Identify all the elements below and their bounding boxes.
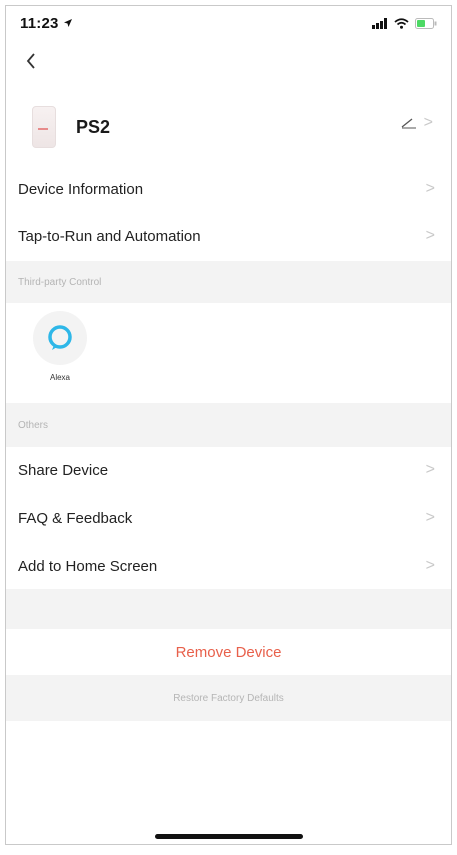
menu-label: Device Information <box>18 180 144 198</box>
signal-icon <box>372 17 387 29</box>
chevron-right-icon: > <box>425 180 435 197</box>
back-button[interactable] <box>16 46 46 76</box>
menu-device-information[interactable]: Device Information > <box>6 166 451 212</box>
remove-device-button[interactable]: Remove Device <box>6 629 451 675</box>
chevron-right-icon: > <box>423 114 433 131</box>
battery-icon <box>415 17 437 29</box>
device-image <box>32 106 56 148</box>
menu-label: Tap-to-Run and Automation <box>18 227 201 245</box>
section-label: Third-party Control <box>18 276 102 288</box>
status-bar: 11:23 <box>6 6 451 40</box>
alexa-control[interactable]: Alexa <box>24 311 96 391</box>
alexa-icon-bg <box>33 311 87 365</box>
menu-label: Add to Home Screen <box>18 557 158 575</box>
status-time: 11:23 <box>20 14 59 32</box>
menu-add-to-home[interactable]: Add to Home Screen > <box>6 543 451 589</box>
section-others: Others <box>6 403 451 447</box>
section-label: Others <box>18 419 49 431</box>
section-third-party: Third-party Control <box>6 261 451 303</box>
remove-device-label: Remove Device <box>175 643 282 661</box>
status-icons <box>372 17 437 29</box>
menu-share-device[interactable]: Share Device > <box>6 447 451 493</box>
device-header: PS2 > <box>6 98 451 156</box>
chevron-right-icon: > <box>425 461 435 478</box>
pencil-icon <box>401 118 416 129</box>
location-arrow-icon <box>63 19 72 27</box>
menu-tap-to-run[interactable]: Tap-to-Run and Automation > <box>6 213 451 259</box>
restore-defaults-label: Restore Factory Defaults <box>173 692 284 704</box>
chevron-right-icon: > <box>425 557 435 574</box>
menu-label: FAQ & Feedback <box>18 509 133 527</box>
menu-label: Share Device <box>18 461 109 479</box>
wifi-icon <box>394 17 409 29</box>
phone-frame: 11:23 PS2 > Device Information > Tap-to-… <box>5 5 452 845</box>
alexa-label: Alexa <box>49 373 70 382</box>
edit-name-button[interactable]: > <box>400 114 433 132</box>
section-spacer <box>6 589 451 629</box>
chevron-right-icon: > <box>425 227 435 244</box>
menu-faq-feedback[interactable]: FAQ & Feedback > <box>6 495 451 541</box>
chevron-right-icon: > <box>425 509 435 526</box>
home-indicator <box>154 834 303 839</box>
device-name: PS2 <box>76 116 111 137</box>
status-time-group: 11:23 <box>20 15 73 32</box>
restore-defaults-button[interactable]: Restore Factory Defaults <box>6 675 451 721</box>
chevron-left-icon <box>26 53 35 69</box>
alexa-icon <box>48 325 72 350</box>
